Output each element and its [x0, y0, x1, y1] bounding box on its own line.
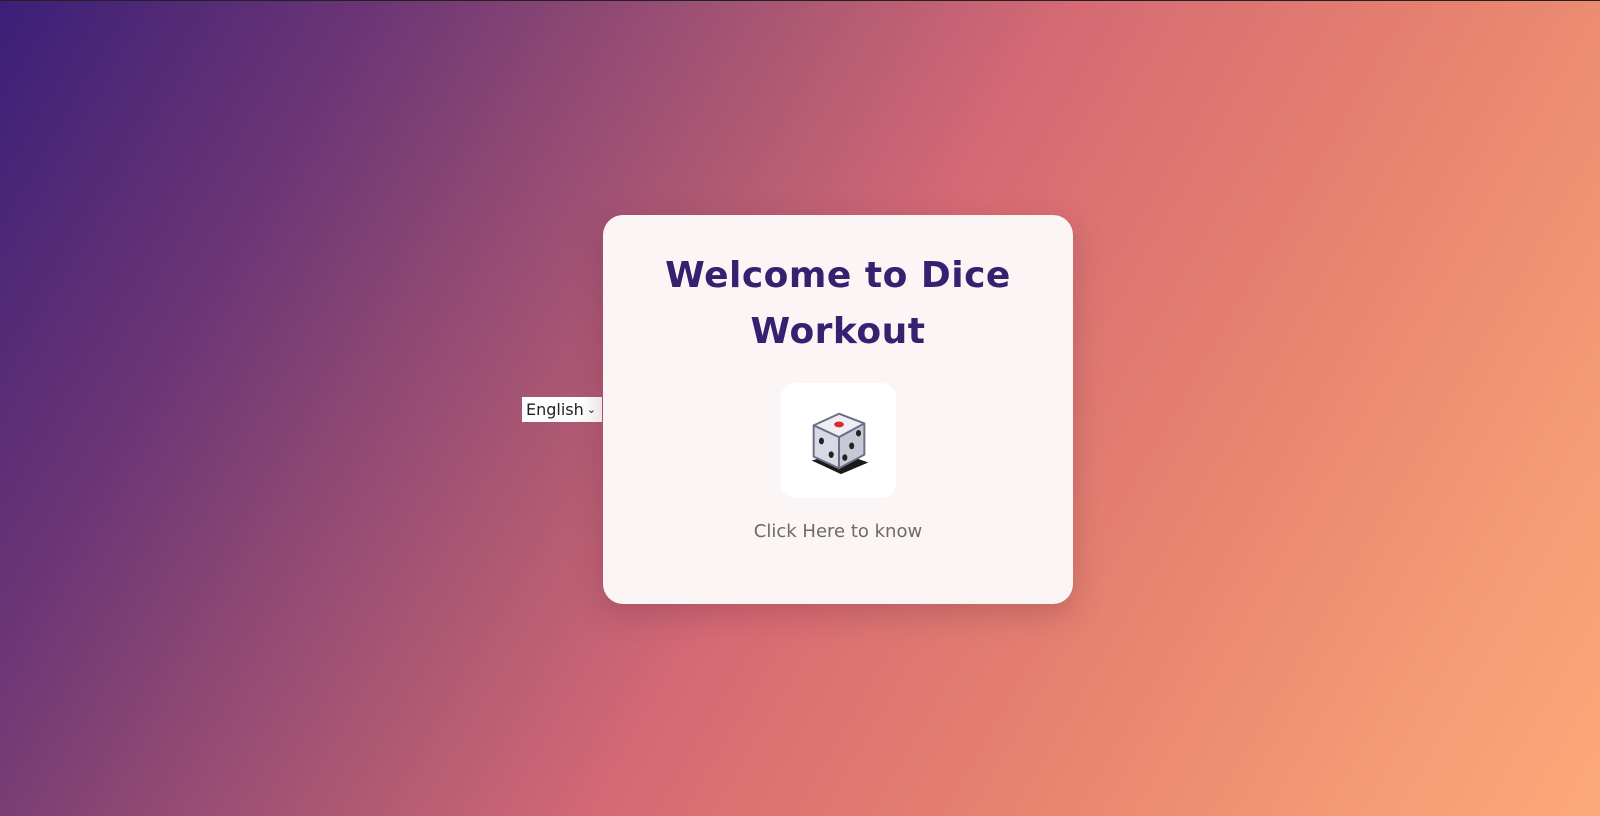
chevron-down-icon: ⌄	[586, 403, 596, 416]
dice-icon	[811, 412, 868, 474]
top-border	[0, 0, 1600, 1]
click-here-link[interactable]: Click Here to know	[603, 521, 1073, 542]
page-title: Welcome to Dice Workout	[665, 255, 1011, 352]
welcome-card: Welcome to Dice Workout Click Here to kn…	[603, 215, 1073, 604]
language-select-value: English	[526, 400, 584, 419]
language-select[interactable]: English ⌄	[522, 397, 602, 422]
dice-button[interactable]	[781, 383, 896, 498]
